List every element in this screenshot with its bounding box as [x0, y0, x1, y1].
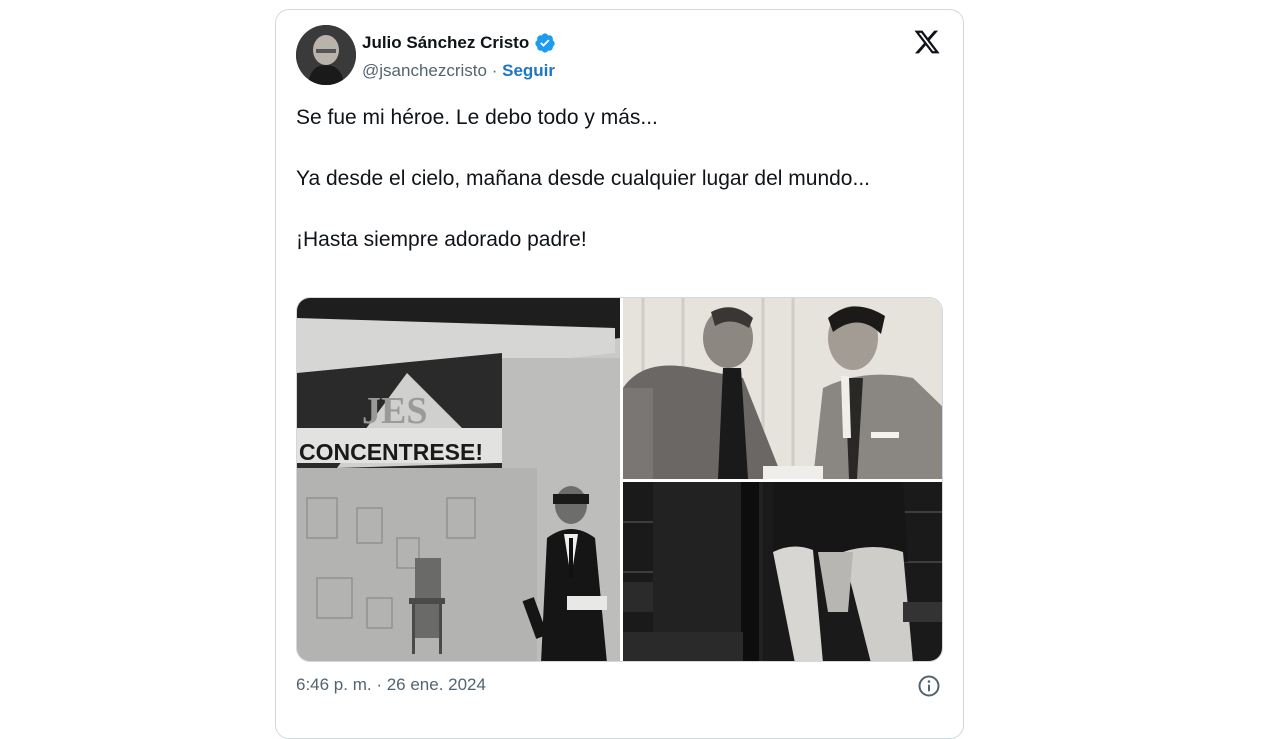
author-name-row: Julio Sánchez Cristo [362, 32, 556, 54]
tweet-text: Se fue mi héroe. Le debo todo y más... Y… [296, 102, 936, 255]
media-grid: CONCENTRESE! JES [296, 297, 943, 662]
author-name[interactable]: Julio Sánchez Cristo [362, 33, 529, 53]
separator-dot: · [491, 61, 498, 80]
author-avatar[interactable] [296, 25, 356, 85]
photo-tv-set[interactable]: CONCENTRESE! JES [297, 298, 620, 661]
photo-two-men-talking[interactable] [623, 298, 942, 479]
tweet-timestamp[interactable]: 6:46 p. m. · 26 ene. 2024 [296, 675, 486, 695]
tweet-card: Julio Sánchez Cristo @jsanchezcristo · S… [275, 9, 964, 739]
author-handle-row: @jsanchezcristo · Seguir [362, 61, 555, 81]
info-icon[interactable] [917, 674, 941, 698]
tweet-paragraph: ¡Hasta siempre adorado padre! [296, 228, 587, 251]
x-logo-icon[interactable] [913, 28, 941, 56]
tweet-paragraph: Se fue mi héroe. Le debo todo y más... [296, 106, 658, 129]
follow-button[interactable]: Seguir [502, 61, 555, 80]
verified-badge-icon [534, 32, 556, 54]
tweet-paragraph: Ya desde el cielo, mañana desde cualquie… [296, 167, 870, 190]
author-handle[interactable]: @jsanchezcristo [362, 61, 487, 80]
avatar-image [296, 25, 356, 85]
sign-logo-text: JES [362, 390, 427, 432]
sign-text: CONCENTRESE! [299, 439, 483, 465]
photo-stage-legs[interactable] [623, 482, 942, 661]
